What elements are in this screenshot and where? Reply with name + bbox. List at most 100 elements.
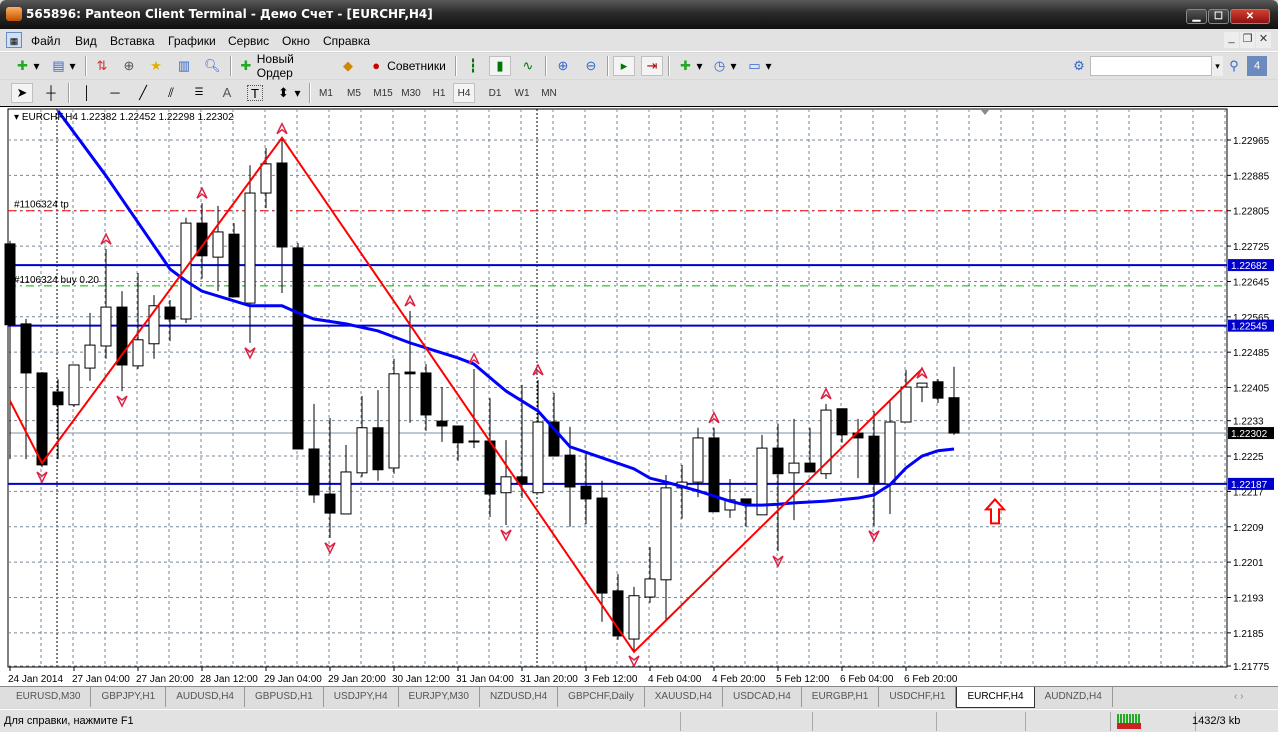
timeframe-mn[interactable]: MN xyxy=(538,83,560,103)
arrows-tool[interactable]: ⬍ ▾ xyxy=(274,83,302,103)
candle-body xyxy=(868,435,880,485)
chart-tab[interactable]: AUDNZD,H4 xyxy=(1035,687,1113,707)
chart-tab[interactable]: USDCHF,H1 xyxy=(879,687,957,707)
menu-window[interactable]: Окно xyxy=(282,34,310,48)
price-tick-label: 1.21775 xyxy=(1233,662,1270,673)
chart-tab[interactable]: AUDUSD,H4 xyxy=(166,687,245,707)
search-dropdown-button[interactable]: ▾ xyxy=(1212,56,1223,76)
chart-tab[interactable]: EURGBP,H1 xyxy=(802,687,880,707)
timeframe-d1[interactable]: D1 xyxy=(484,83,506,103)
timeframe-w1[interactable]: W1 xyxy=(511,83,533,103)
line-chart-button[interactable]: ∿ xyxy=(517,56,539,76)
chart-tab[interactable]: USDCAD,H4 xyxy=(723,687,802,707)
zoom-in-button[interactable]: ⊕ xyxy=(552,56,574,76)
chart-tab[interactable]: GBPUSD,H1 xyxy=(245,687,324,707)
maximize-button[interactable]: ☐ xyxy=(1208,9,1229,24)
chart-window[interactable]: 1.22965 1.22885 1.22805 1.22725 1.22645 1.225… xyxy=(0,106,1278,686)
chat-button[interactable]: 4 xyxy=(1247,56,1267,76)
new-chart-button[interactable]: ✚ ▾ xyxy=(12,56,42,76)
timeframe-m1[interactable]: M1 xyxy=(315,83,337,103)
clock-icon: ◷ xyxy=(713,58,726,73)
cursor-tool[interactable]: ➤ xyxy=(11,83,33,103)
chart-tab[interactable]: GBPJPY,H1 xyxy=(91,687,167,707)
bar-chart-button[interactable]: ┇ xyxy=(462,56,484,76)
crosshair-tool[interactable]: ┼ xyxy=(40,83,62,103)
candle-body xyxy=(212,231,224,258)
auto-scroll-button[interactable]: ▸ xyxy=(613,56,635,76)
horizontal-line-icon: ─ xyxy=(110,85,120,100)
strategy-tester-button[interactable]: 🔍︎ xyxy=(202,56,222,76)
price-tick-label: 1.22485 xyxy=(1233,348,1270,359)
candle-body xyxy=(500,476,512,494)
chart-shift-button[interactable]: ⇥ xyxy=(641,56,663,76)
settings-button[interactable]: ⚙ xyxy=(1068,56,1090,76)
time-tick-label: 27 Jan 20:00 xyxy=(136,674,194,685)
fibonacci-icon: ☰ xyxy=(194,87,204,98)
price-chart[interactable]: 1.22965 1.22885 1.22805 1.22725 1.22645 1.225… xyxy=(0,107,1278,687)
time-tick-label: 24 Jan 2014 xyxy=(8,674,63,685)
timeframe-m5[interactable]: M5 xyxy=(343,83,365,103)
text-tool[interactable]: A xyxy=(216,83,238,103)
menu-tools[interactable]: Сервис xyxy=(228,34,269,48)
candlestick-chart-button[interactable]: ▮ xyxy=(489,56,511,76)
candle xyxy=(36,372,48,468)
navigator-button[interactable]: ⊕ xyxy=(119,56,139,76)
terminal-button[interactable]: ▥ xyxy=(174,56,194,76)
menu-charts[interactable]: Графики xyxy=(168,34,216,48)
time-tick-label: 27 Jan 04:00 xyxy=(72,674,130,685)
chart-tab[interactable]: XAUUSD,H4 xyxy=(645,687,723,707)
chart-tab[interactable]: NZDUSD,H4 xyxy=(480,687,559,707)
chart-tab[interactable]: USDJPY,H4 xyxy=(324,687,399,707)
close-button[interactable]: ✕ xyxy=(1230,9,1270,24)
menu-help[interactable]: Справка xyxy=(323,34,370,48)
new-order-button[interactable]: ✚ Новый Ордер xyxy=(238,52,332,80)
time-tick-label: 6 Feb 20:00 xyxy=(904,674,958,685)
experts-label: Советники xyxy=(387,59,446,73)
candle xyxy=(68,364,80,407)
timeframe-m30[interactable]: M30 xyxy=(397,83,425,103)
minimize-button[interactable]: ▁ xyxy=(1186,9,1207,24)
experts-button[interactable]: ● Советники xyxy=(366,56,448,76)
menu-insert[interactable]: Вставка xyxy=(110,34,155,48)
candle-body xyxy=(692,437,704,483)
mdi-minimize-button[interactable]: _ xyxy=(1224,32,1239,48)
search-button[interactable]: ⚲ xyxy=(1224,56,1244,76)
candle-body xyxy=(916,382,928,388)
equidistant-channel-tool[interactable]: ⫽ xyxy=(160,83,182,103)
candle-body xyxy=(100,306,112,347)
status-bar: Для справки, нажмите F1 1432/3 kb xyxy=(0,709,1278,732)
vertical-line-tool[interactable]: │ xyxy=(76,83,98,103)
timeframe-h1[interactable]: H1 xyxy=(428,83,450,103)
templates-button[interactable]: ▭ ▾ xyxy=(745,56,773,76)
menu-view[interactable]: Вид xyxy=(75,34,97,48)
menu-file[interactable]: Файл xyxy=(31,34,61,48)
chart-tab[interactable]: EURUSD,M30 xyxy=(6,687,92,707)
text-label-tool[interactable]: T xyxy=(244,83,266,103)
zoom-in-icon: ⊕ xyxy=(557,58,569,73)
periods-button[interactable]: ◷ ▾ xyxy=(710,56,738,76)
profiles-button[interactable]: ▤ ▾ xyxy=(48,56,78,76)
search-input[interactable] xyxy=(1090,56,1212,76)
candle-body xyxy=(452,425,464,444)
candle-body xyxy=(788,462,800,474)
horizontal-line-tool[interactable]: ─ xyxy=(104,83,126,103)
metaeditor-button[interactable]: ◆ xyxy=(338,56,358,76)
timeframe-m15[interactable]: M15 xyxy=(369,83,397,103)
mdi-close-button[interactable]: ✕ xyxy=(1256,32,1271,48)
market-watch-button[interactable]: ⇅ xyxy=(92,56,112,76)
fibonacci-tool[interactable]: ☰ xyxy=(188,83,210,103)
price-tick-label: 1.2193 xyxy=(1233,593,1264,604)
chart-tab[interactable]: EURJPY,M30 xyxy=(399,687,480,707)
timeframe-h4[interactable]: H4 xyxy=(453,83,475,103)
chart-tab[interactable]: EURCHF,H4 xyxy=(956,687,1035,708)
separator xyxy=(230,56,232,76)
chart-tab[interactable]: GBPCHF,Daily xyxy=(558,687,645,707)
candle-body xyxy=(404,371,416,375)
indicators-button[interactable]: ✚ ▾ xyxy=(676,56,704,76)
trendline-tool[interactable]: ╱ xyxy=(132,83,154,103)
zoom-out-button[interactable]: ⊖ xyxy=(580,56,602,76)
mdi-restore-button[interactable]: ❐ xyxy=(1240,32,1255,48)
tab-scroll-arrows[interactable]: ‹ › xyxy=(1234,691,1243,702)
favorites-button[interactable]: ★ xyxy=(146,56,166,76)
candle-body xyxy=(228,233,240,298)
